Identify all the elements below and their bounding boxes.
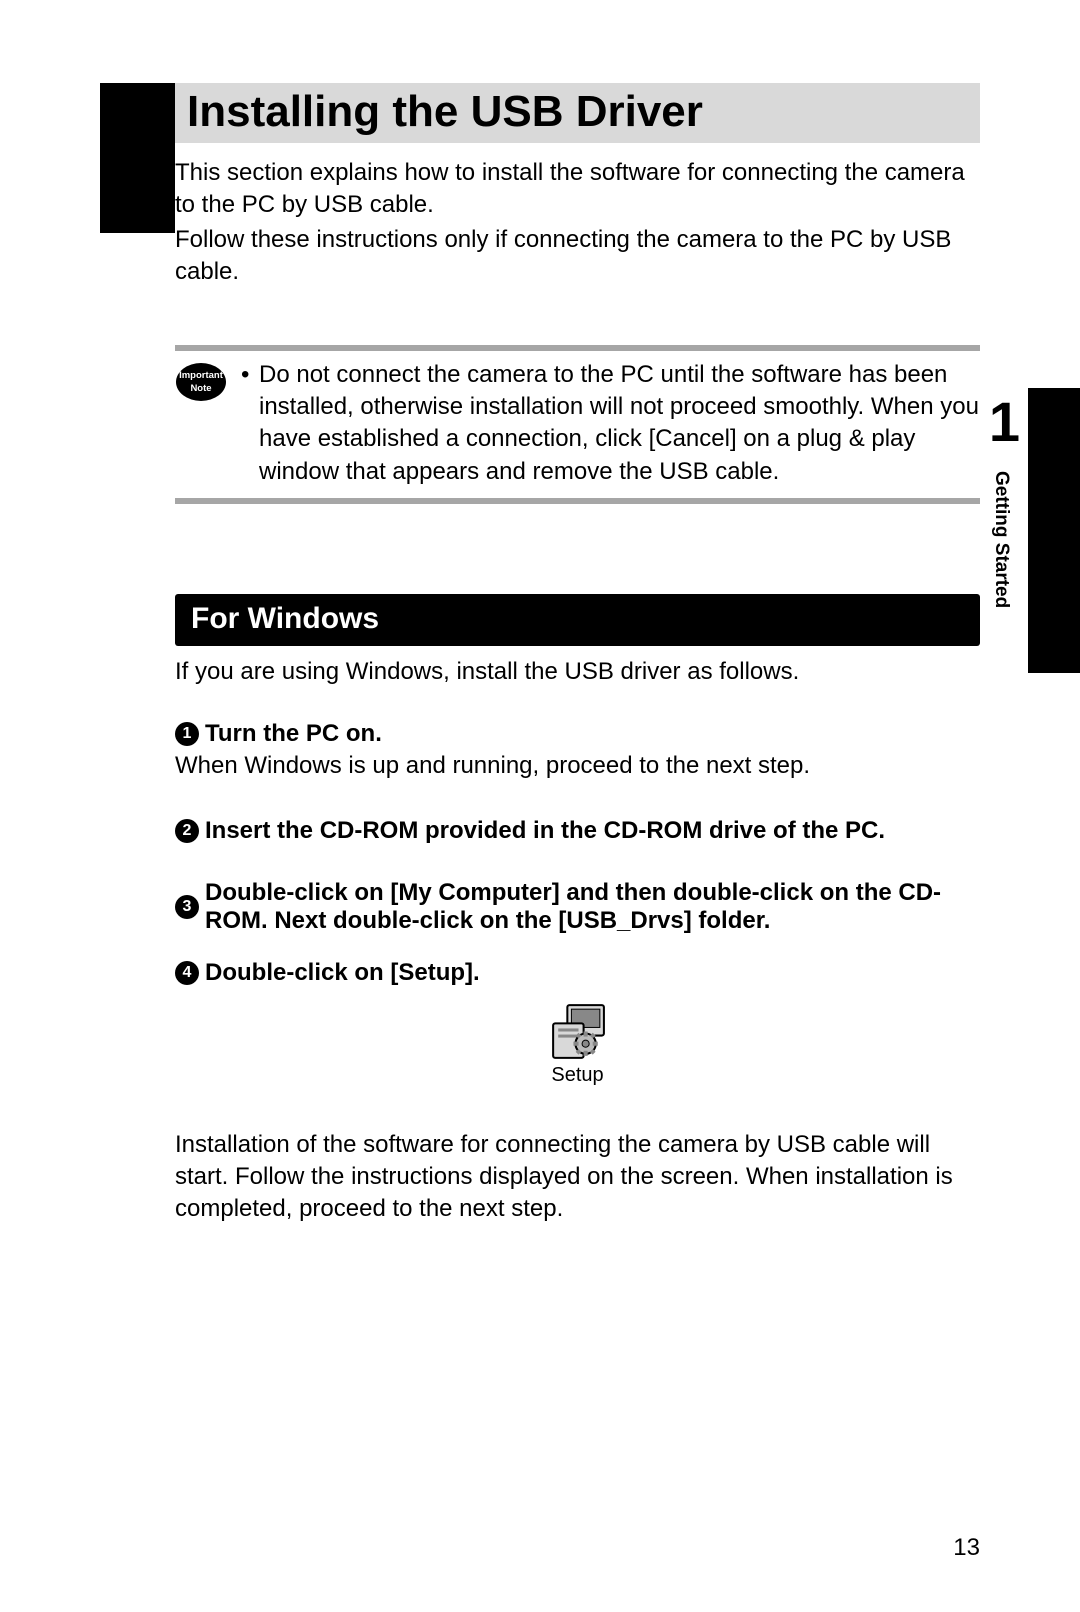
step-number-badge: 4 bbox=[175, 961, 199, 985]
page-number: 13 bbox=[953, 1534, 980, 1562]
intro-paragraph-1: This section explains how to install the… bbox=[175, 157, 980, 222]
bullet-dot: • bbox=[241, 359, 259, 489]
step-1: 1 Turn the PC on. When Windows is up and… bbox=[175, 720, 980, 782]
step-number-badge: 2 bbox=[175, 819, 199, 843]
step-4-title: Double-click on [Setup]. bbox=[205, 959, 980, 987]
step-3-title: Double-click on [My Computer] and then d… bbox=[205, 879, 980, 935]
chapter-title: Getting Started bbox=[990, 471, 1012, 608]
important-note-text: Do not connect the camera to the PC unti… bbox=[259, 359, 980, 489]
step-number-badge: 3 bbox=[175, 895, 199, 919]
step-2: 2 Insert the CD-ROM provided in the CD-R… bbox=[175, 817, 980, 845]
svg-text:Note: Note bbox=[190, 383, 211, 394]
intro-paragraph-2: Follow these instructions only if connec… bbox=[175, 224, 980, 289]
step-number-badge: 1 bbox=[175, 722, 199, 746]
important-note-icon: Important Note bbox=[175, 362, 227, 402]
setup-icon-label: Setup bbox=[551, 1064, 603, 1087]
step-1-title: Turn the PC on. bbox=[205, 720, 980, 748]
section-heading-windows: For Windows bbox=[175, 594, 980, 646]
header-black-block bbox=[100, 83, 175, 233]
step-2-title: Insert the CD-ROM provided in the CD-ROM… bbox=[205, 817, 980, 845]
page-title: Installing the USB Driver bbox=[175, 83, 980, 143]
section-intro: If you are using Windows, install the US… bbox=[175, 658, 980, 686]
side-tab bbox=[1028, 388, 1080, 673]
chapter-number: 1 bbox=[989, 389, 1020, 454]
important-note-block: Important Note • Do not connect the came… bbox=[175, 345, 980, 505]
step-4: 4 Double-click on [Setup]. bbox=[175, 959, 980, 987]
step-3: 3 Double-click on [My Computer] and then… bbox=[175, 879, 980, 935]
setup-icon bbox=[545, 999, 610, 1064]
step-1-body: When Windows is up and running, proceed … bbox=[175, 750, 980, 782]
post-paragraph: Installation of the software for connect… bbox=[175, 1129, 980, 1226]
svg-text:Important: Important bbox=[179, 370, 224, 381]
